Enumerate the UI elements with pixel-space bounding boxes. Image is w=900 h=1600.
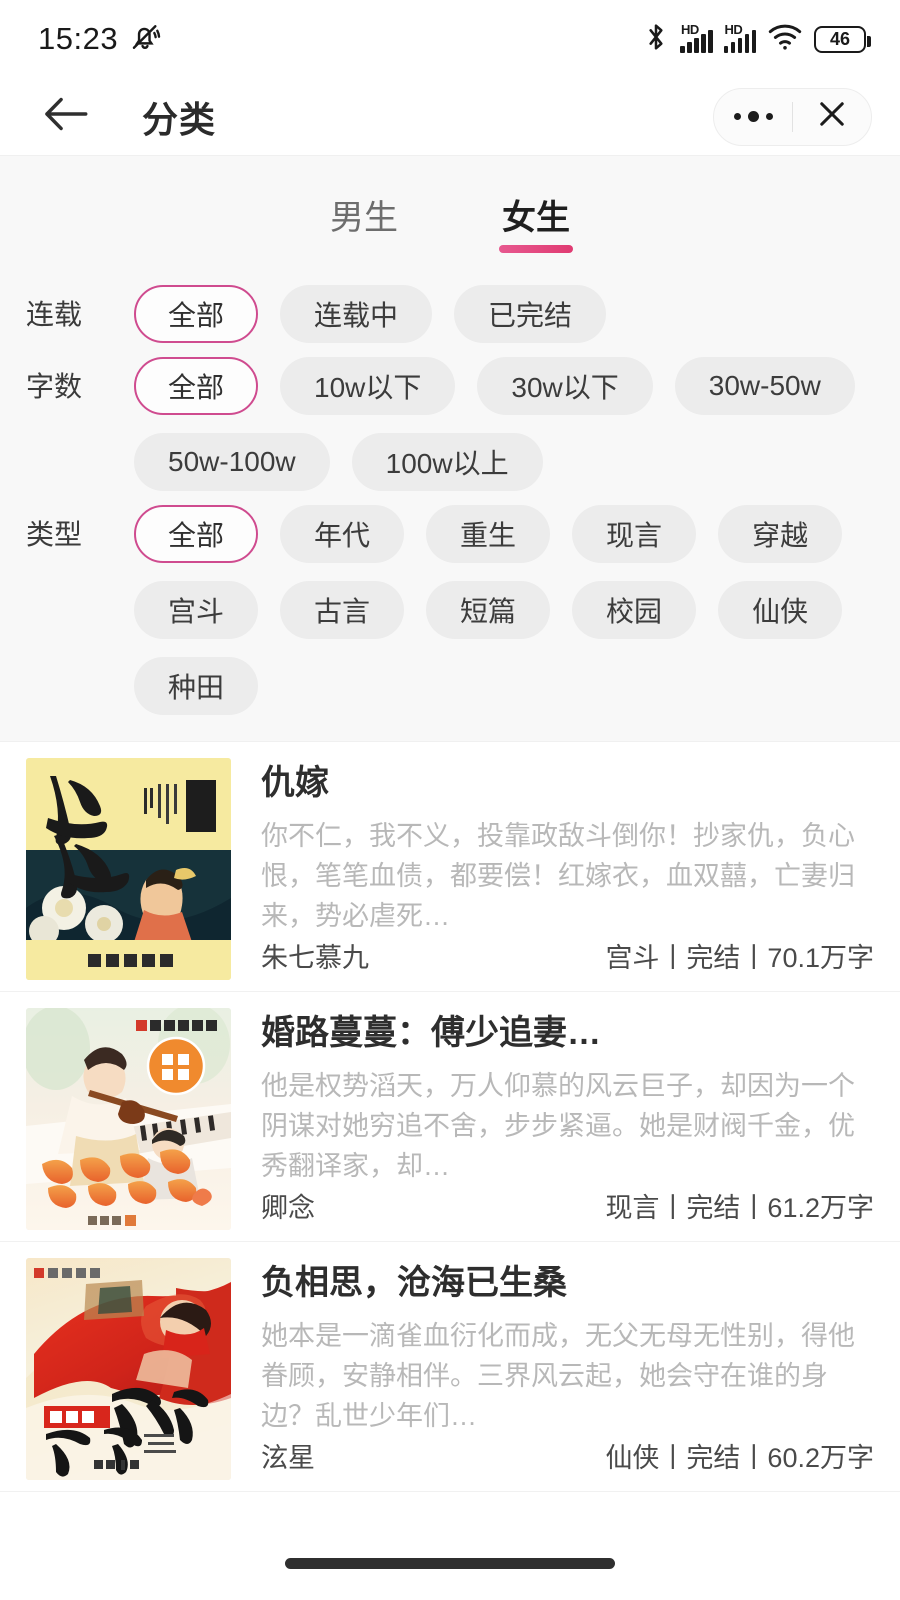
filter-label-wordcount: 字数 — [26, 357, 134, 401]
book-meta: 朱七慕九 宫斗丨完结丨70.1万字 — [261, 936, 874, 991]
filter-row-type: 类型 全部 年代 重生 现言 穿越 宫斗 古言 短篇 校园 仙侠 种田 — [0, 505, 900, 715]
book-info: 婚路蔓蔓：傅少追妻… 他是权势滔天，万人仰慕的风云巨子，却因为一个阴谋对她穷追不… — [231, 1008, 874, 1241]
more-dots-icon — [734, 111, 773, 122]
book-description: 她本是一滴雀血衍化而成，无父无母无性别，得他眷顾，安静相伴。三界风云起，她会守在… — [261, 1317, 874, 1436]
book-meta: 卿念 现言丨完结丨61.2万字 — [261, 1186, 874, 1241]
signal-hd-icon-2: HD — [724, 26, 757, 53]
book-stats: 宫斗丨完结丨70.1万字 — [605, 936, 874, 975]
chip-type-2[interactable]: 重生 — [426, 505, 550, 563]
chip-wordcount-4[interactable]: 50w-100w — [134, 433, 330, 491]
book-stats: 现言丨完结丨61.2万字 — [605, 1186, 874, 1225]
book-title: 仇嫁 — [261, 764, 874, 803]
book-author: 泫星 — [261, 1436, 315, 1475]
chip-wordcount-1[interactable]: 10w以下 — [280, 357, 455, 415]
home-indicator-area — [0, 1526, 900, 1600]
book-list-item[interactable]: 仇嫁 你不仁，我不义，投靠政敌斗倒你！抄家仇，负心恨，笔笔血债，都要偿！红嫁衣，… — [0, 742, 900, 992]
page-title: 分类 — [142, 91, 216, 143]
filter-row-serialization: 连载 全部 连载中 已完结 — [0, 285, 900, 343]
tab-male-label: 男生 — [330, 199, 398, 237]
book-cover-art-2 — [26, 1008, 231, 1230]
chip-serialization-1[interactable]: 连载中 — [280, 285, 432, 343]
chip-type-4[interactable]: 穿越 — [718, 505, 842, 563]
mini-program-capsule — [713, 88, 872, 146]
chip-group-serialization: 全部 连载中 已完结 — [134, 285, 630, 343]
book-list: 仇嫁 你不仁，我不义，投靠政敌斗倒你！抄家仇，负心恨，笔笔血债，都要偿！红嫁衣，… — [0, 741, 900, 1526]
close-button[interactable] — [793, 88, 871, 146]
book-info: 仇嫁 你不仁，我不义，投靠政敌斗倒你！抄家仇，负心恨，笔笔血债，都要偿！红嫁衣，… — [231, 758, 874, 991]
book-stats: 仙侠丨完结丨60.2万字 — [605, 1436, 874, 1475]
app-screen: 15:23 HD HD — [0, 0, 900, 1600]
book-list-item[interactable]: 负相思，沧海已生桑 她本是一滴雀血衍化而成，无父无母无性别，得他眷顾，安静相伴。… — [0, 1242, 900, 1492]
book-description: 他是权势滔天，万人仰慕的风云巨子，却因为一个阴谋对她穷追不舍，步步紧逼。她是财阀… — [261, 1067, 874, 1186]
chip-wordcount-0[interactable]: 全部 — [134, 357, 258, 415]
chip-type-8[interactable]: 校园 — [572, 581, 696, 639]
chip-type-5[interactable]: 宫斗 — [134, 581, 258, 639]
bluetooth-icon — [643, 21, 669, 58]
chip-type-7[interactable]: 短篇 — [426, 581, 550, 639]
home-indicator[interactable] — [285, 1558, 615, 1569]
chip-wordcount-3[interactable]: 30w-50w — [675, 357, 855, 415]
status-time: 15:23 — [38, 21, 118, 57]
tab-female-label: 女生 — [502, 199, 570, 237]
book-title: 婚路蔓蔓：傅少追妻… — [261, 1014, 874, 1053]
nav-header: 分类 — [0, 78, 900, 156]
book-cover-art-3 — [26, 1258, 231, 1480]
book-meta: 泫星 仙侠丨完结丨60.2万字 — [261, 1436, 874, 1491]
tab-male[interactable]: 男生 — [324, 184, 404, 255]
filter-row-wordcount: 字数 全部 10w以下 30w以下 30w-50w 50w-100w 100w以… — [0, 357, 900, 491]
chip-type-0[interactable]: 全部 — [134, 505, 258, 563]
book-list-item[interactable]: 婚路蔓蔓：傅少追妻… 他是权势滔天，万人仰慕的风云巨子，却因为一个阴谋对她穷追不… — [0, 992, 900, 1242]
signal-hd-icon: HD — [680, 26, 713, 53]
book-cover-art-1 — [26, 758, 231, 980]
battery-level: 46 — [830, 30, 850, 48]
back-button[interactable] — [38, 89, 94, 145]
filter-panel: 男生 女生 连载 全部 连载中 已完结 字数 全部 10w以下 30w以下 30… — [0, 156, 900, 741]
chip-group-type: 全部 年代 重生 现言 穿越 宫斗 古言 短篇 校园 仙侠 种田 — [134, 505, 900, 715]
tab-active-underline — [499, 245, 573, 253]
book-cover — [26, 1008, 231, 1230]
chip-serialization-2[interactable]: 已完结 — [454, 285, 606, 343]
status-bar-right: HD HD 46 — [643, 21, 866, 58]
filter-label-serialization: 连载 — [26, 285, 134, 329]
hd-label: HD — [681, 23, 699, 36]
chip-serialization-0[interactable]: 全部 — [134, 285, 258, 343]
wifi-icon — [767, 23, 803, 56]
chip-group-wordcount: 全部 10w以下 30w以下 30w-50w 50w-100w 100w以上 — [134, 357, 900, 491]
book-cover — [26, 758, 231, 980]
chip-type-6[interactable]: 古言 — [280, 581, 404, 639]
book-author: 卿念 — [261, 1186, 315, 1225]
status-bar-left: 15:23 — [38, 20, 162, 59]
chip-type-3[interactable]: 现言 — [572, 505, 696, 563]
mute-icon — [128, 20, 162, 59]
filter-label-type: 类型 — [26, 505, 134, 549]
chip-wordcount-2[interactable]: 30w以下 — [477, 357, 652, 415]
hd-label-2: HD — [725, 23, 743, 36]
chip-type-9[interactable]: 仙侠 — [718, 581, 842, 639]
status-bar: 15:23 HD HD — [0, 0, 900, 78]
book-author: 朱七慕九 — [261, 936, 369, 975]
chip-type-1[interactable]: 年代 — [280, 505, 404, 563]
more-button[interactable] — [714, 88, 792, 146]
gender-tabs: 男生 女生 — [0, 156, 900, 271]
book-description: 你不仁，我不义，投靠政敌斗倒你！抄家仇，负心恨，笔笔血债，都要偿！红嫁衣，血双囍… — [261, 817, 874, 936]
chip-type-10[interactable]: 种田 — [134, 657, 258, 715]
tab-female[interactable]: 女生 — [496, 184, 576, 255]
close-icon — [817, 99, 847, 134]
book-cover — [26, 1258, 231, 1480]
battery-icon: 46 — [814, 26, 866, 53]
back-arrow-icon — [43, 95, 89, 138]
book-title: 负相思，沧海已生桑 — [261, 1264, 874, 1303]
chip-wordcount-5[interactable]: 100w以上 — [352, 433, 543, 491]
book-info: 负相思，沧海已生桑 她本是一滴雀血衍化而成，无父无母无性别，得他眷顾，安静相伴。… — [231, 1258, 874, 1491]
